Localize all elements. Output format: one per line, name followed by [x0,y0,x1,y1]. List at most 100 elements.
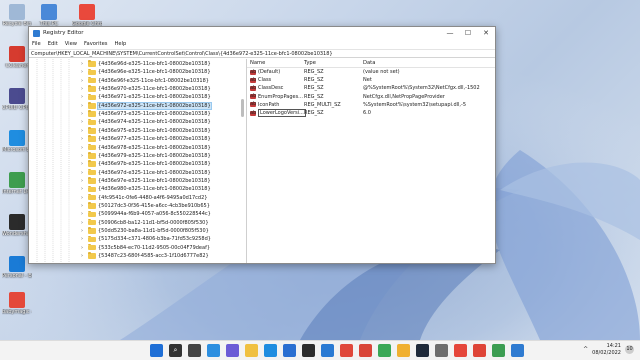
clock[interactable]: 14:21 08/02/2022 [592,343,621,356]
widgets-icon[interactable] [207,344,220,357]
minimize-button[interactable]: — [441,27,459,39]
expand-chevron-icon[interactable]: › [81,153,88,159]
file-explorer-icon[interactable] [245,344,258,357]
tree-item[interactable]: › {4d36e97d-e325-11ce-bfc1-08002be10318} [81,168,211,177]
chrome-3-icon[interactable] [378,344,391,357]
search-icon[interactable]: ⌕ [169,344,182,357]
tree-item[interactable]: › {53487c23-680f-4585-acc3-1f10d6777e82} [81,252,209,260]
expand-chevron-icon[interactable]: › [81,211,88,217]
value-row[interactable]: ab Class REG_SZ Net [247,76,495,84]
tree-item[interactable]: › {4d36e974-e325-11ce-bfc1-08002be10318} [81,118,211,126]
value-name[interactable]: LowerLogoVersi... [258,109,306,118]
tree-item[interactable]: › {4d36e972-e325-11ce-bfc1-08002be10318} [81,101,212,110]
expand-chevron-icon[interactable]: › [81,78,88,84]
menu-help[interactable]: Help [114,41,126,47]
start-icon[interactable] [150,344,163,357]
tree-item[interactable]: › {5099944a-f6b9-4057-a056-8c550228544c} [81,210,211,218]
filmora-icon[interactable] [416,344,429,357]
menu-edit[interactable]: Edit [48,41,58,47]
close-button[interactable]: ✕ [477,27,495,39]
expand-chevron-icon[interactable]: › [81,203,88,209]
tree-item[interactable]: › {4d36e977-e325-11ce-bfc1-08002be10318} [81,135,211,143]
tree-item[interactable]: › {4d36e975-e325-11ce-bfc1-08002be10318} [81,127,211,135]
tree-item[interactable]: › {4d36e96f-e325-11ce-bfc1-08002be10318} [81,77,209,85]
chrome-4-icon[interactable] [397,344,410,357]
expand-chevron-icon[interactable]: › [81,61,88,67]
chat-icon[interactable] [226,344,239,357]
col-header-data[interactable]: Data [363,60,375,66]
expand-chevron-icon[interactable]: › [81,195,88,201]
tree-item[interactable]: › {5175d334-c371-4806-b3ba-71fd53c9258d} [81,235,211,243]
maximize-button[interactable]: ☐ [459,27,477,39]
tree-item[interactable]: › {4d36e980-e325-11ce-bfc1-08002be10318} [81,185,211,193]
expand-chevron-icon[interactable]: › [81,170,88,176]
title-bar[interactable]: Registry Editor — ☐ ✕ [29,27,495,39]
address-bar[interactable]: Computer\HKEY_LOCAL_MACHINE\SYSTEM\Curre… [29,49,495,58]
regedit-icon[interactable] [511,344,524,357]
menu-file[interactable]: File [32,41,41,47]
address-path[interactable]: Computer\HKEY_LOCAL_MACHINE\SYSTEM\Curre… [31,51,333,57]
tree-item[interactable]: › {4d36e97e-e325-11ce-bfc1-08002be10318} [81,177,211,185]
tree-item[interactable]: › {4d36e973-e325-11ce-bfc1-08002be10318} [81,110,211,118]
tree-item[interactable]: › {4d36e96d-e325-11ce-bfc1-08002be10318} [81,60,211,68]
value-row[interactable]: ab ClassDesc REG_SZ @%SystemRoot%\System32\… [247,84,495,92]
expand-chevron-icon[interactable]: › [81,228,88,234]
col-header-type[interactable]: Type [304,60,316,66]
value-row[interactable]: ab (Default) REG_SZ (value not set) [247,68,495,76]
expand-chevron-icon[interactable]: › [81,145,88,151]
terminal-icon[interactable] [302,344,315,357]
expand-chevron-icon[interactable]: › [81,186,88,192]
expand-chevron-icon[interactable]: › [81,236,88,242]
tree-item-label: {4d36e970-e325-11ce-bfc1-08002be10318} [98,86,211,93]
tray-overflow-icon[interactable]: ^ [583,346,588,353]
tree-scrollbar[interactable] [241,99,244,117]
value-row[interactable]: ab EnumPropPages... REG_SZ NetCfgx.dll,NetP… [247,93,495,101]
expand-chevron-icon[interactable]: › [81,119,88,125]
tree-item[interactable]: › {50127dc3-0f36-415e-a6cc-4cb3be910b65} [81,202,210,210]
settings-icon[interactable] [435,344,448,357]
chrome-6-icon[interactable] [473,344,486,357]
menu-favorites[interactable]: Favorites [84,41,107,47]
expand-chevron-icon[interactable]: › [81,86,88,92]
store-icon[interactable] [283,344,296,357]
expand-chevron-icon[interactable]: › [81,245,88,251]
tree-item[interactable]: › {4d36e970-e325-11ce-bfc1-08002be10318} [81,85,211,93]
chrome-5-icon[interactable] [454,344,467,357]
tree-item[interactable]: › {4d36e979-e325-11ce-bfc1-08002be10318} [81,152,211,160]
tree-item[interactable]: › {533c5b84-ec70-11d2-9505-00c04F79deaf} [81,244,210,252]
desktop-icon[interactable]: This PC [34,4,64,27]
vscode-icon[interactable] [321,344,334,357]
desktop-icon[interactable]: Google Chrome [72,4,102,27]
chrome-2-icon[interactable] [359,344,372,357]
value-row[interactable]: ab IconPath REG_MULTI_SZ %SystemRoot%\syste… [247,101,495,109]
tree-item[interactable]: › {50906cb8-ba12-11d1-bf5d-0000f805f530} [81,219,209,227]
tree-item[interactable]: › {4d36e971-e325-11ce-bfc1-08002be10318} [81,93,211,101]
expand-chevron-icon[interactable]: › [81,103,88,109]
expand-chevron-icon[interactable]: › [81,128,88,134]
expand-chevron-icon[interactable]: › [81,94,88,100]
expand-chevron-icon[interactable]: › [81,178,88,184]
desktop-icon[interactable]: Recycle Bin [2,4,32,27]
expand-chevron-icon[interactable]: › [81,136,88,142]
expand-chevron-icon[interactable]: › [81,220,88,226]
tree-item-label: {4d36e973-e325-11ce-bfc1-08002be10318} [98,111,211,118]
tree-item[interactable]: › {50dd5230-ba8a-11d1-bf5d-0000f805f530} [81,227,209,235]
expand-chevron-icon[interactable]: › [81,253,88,259]
desktop-icon[interactable]: babymagic - Chrome [2,292,32,315]
edge-icon[interactable] [264,344,277,357]
col-header-name[interactable]: Name [250,60,265,66]
expand-chevron-icon[interactable]: › [81,69,88,75]
value-row[interactable]: ab LowerLogoVersi... REG_SZ 6.0 [247,109,495,118]
tree-item[interactable]: › {4fc9541c-0fe6-4480-a4f6-9495a0d17cd2} [81,193,207,202]
chrome-7-icon[interactable] [492,344,505,357]
tree-item-label: {4d36e979-e325-11ce-bfc1-08002be10318} [98,152,211,159]
tree-item[interactable]: › {4d36e97b-e325-11ce-bfc1-08002be10318} [81,160,211,168]
expand-chevron-icon[interactable]: › [81,111,88,117]
notification-badge[interactable]: 10 [625,345,634,354]
chrome-icon[interactable] [340,344,353,357]
tree-item[interactable]: › {4d36e96e-e325-11ce-bfc1-08002be10318} [81,68,211,76]
menu-view[interactable]: View [65,41,77,47]
task-view-icon[interactable] [188,344,201,357]
tree-item[interactable]: › {4d36e978-e325-11ce-bfc1-08002be10318} [81,143,211,152]
expand-chevron-icon[interactable]: › [81,161,88,167]
